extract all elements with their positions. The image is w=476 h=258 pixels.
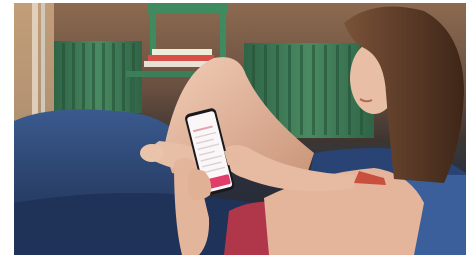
window-frame <box>32 3 38 118</box>
foot <box>140 144 164 162</box>
lamp-pole <box>41 3 45 121</box>
photo-scene <box>14 3 466 255</box>
photo-frame <box>0 0 476 258</box>
photo-illustration <box>14 3 466 255</box>
